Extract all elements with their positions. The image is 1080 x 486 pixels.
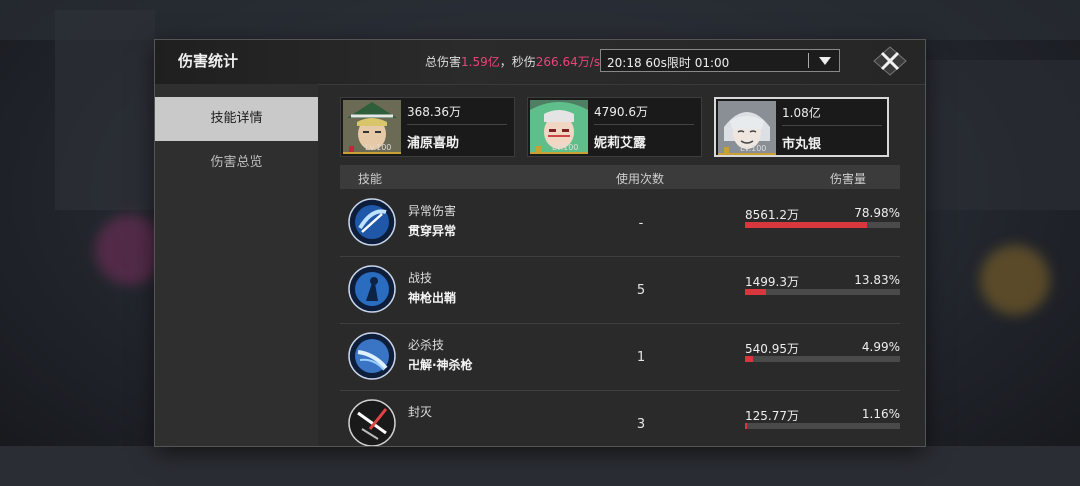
- damage-bar: [745, 222, 900, 228]
- character-card[interactable]: Lv.100 4790.6万 妮莉艾露: [527, 97, 702, 157]
- background-left-panel: [55, 10, 155, 210]
- level-label: Lv.100: [740, 144, 767, 153]
- character-card[interactable]: Lv.100 368.36万 浦原喜助: [340, 97, 515, 157]
- use-count: 5: [636, 283, 646, 298]
- divider: [594, 124, 694, 125]
- damage-bar: [745, 356, 900, 362]
- column-header-uses: 使用次数: [616, 172, 665, 186]
- level-bar: [530, 152, 588, 154]
- bankai-icon: [348, 332, 396, 380]
- chevron-down-icon[interactable]: [819, 57, 831, 65]
- damage-value: 1499.3万: [745, 275, 799, 289]
- character-portrait: Lv.100: [718, 101, 776, 155]
- use-count: -: [638, 216, 644, 231]
- table-row: 封灭 3 125.77万 1.16%: [340, 391, 900, 446]
- close-icon: [873, 46, 907, 76]
- damage-percent: 78.98%: [854, 206, 900, 220]
- background-bottom-bar: [0, 446, 1080, 486]
- spear-draw-icon: [348, 265, 396, 313]
- use-count: 3: [636, 417, 646, 432]
- damage-bar: [745, 289, 900, 295]
- sidebar: 技能详情 伤害总览: [155, 84, 318, 446]
- character-card-selected[interactable]: Lv.100 1.08亿 市丸银: [714, 97, 889, 157]
- character-damage: 4790.6万: [594, 105, 648, 119]
- character-damage: 1.08亿: [782, 106, 821, 120]
- damage-stats-dialog: 伤害统计 总伤害1.59亿，秒伤266.64万/s 20:18 60s限时 01…: [155, 40, 925, 446]
- table-row: 必杀技 卍解·神杀枪 1 540.95万 4.99%: [340, 324, 900, 391]
- damage-value: 8561.2万: [745, 208, 799, 222]
- character-name: 浦原喜助: [407, 136, 460, 151]
- column-header-damage: 伤害量: [830, 172, 867, 186]
- skill-name: 贯穿异常: [408, 224, 457, 238]
- summary-separator: ，: [499, 55, 512, 69]
- damage-bar: [745, 423, 900, 429]
- damage-percent: 1.16%: [861, 407, 900, 421]
- skill-table-header: 技能 使用次数 伤害量: [340, 165, 900, 189]
- dps-value: 266.64万/s: [535, 55, 601, 69]
- skill-type: 必杀技: [408, 338, 445, 352]
- background-right-panel: [925, 60, 1080, 210]
- skill-type: 战技: [408, 271, 433, 285]
- sidebar-item-skill-details[interactable]: 技能详情: [155, 97, 318, 141]
- damage-percent: 4.99%: [861, 340, 900, 354]
- total-damage-label: 总伤害: [425, 55, 462, 69]
- damage-bar-fill: [745, 356, 753, 362]
- character-damage: 368.36万: [407, 105, 461, 119]
- total-damage-value: 1.59亿: [461, 55, 500, 69]
- close-button[interactable]: [873, 46, 907, 76]
- level-label: Lv.100: [365, 143, 392, 152]
- dialog-header: 伤害统计 总伤害1.59亿，秒伤266.64万/s 20:18 60s限时 01…: [155, 40, 925, 85]
- skill-name: 卍解·神杀枪: [408, 358, 473, 372]
- sidebar-item-damage-overview[interactable]: 伤害总览: [155, 141, 318, 185]
- divider: [782, 125, 882, 126]
- damage-bar-fill: [745, 222, 868, 228]
- character-portrait: Lv.100: [343, 100, 401, 154]
- level-label: Lv.100: [552, 143, 579, 152]
- skill-type: 封灭: [408, 405, 433, 419]
- divider: [407, 124, 507, 125]
- dialog-title: 伤害统计: [178, 52, 239, 70]
- level-bar: [343, 152, 401, 154]
- background-glow: [980, 245, 1050, 315]
- damage-percent: 13.83%: [854, 273, 900, 287]
- damage-bar-fill: [745, 423, 747, 429]
- dps-label: 秒伤: [511, 55, 536, 69]
- level-bar: [718, 153, 776, 155]
- pierce-abnormal-icon: [348, 198, 396, 246]
- battle-filter-value: 20:18 60s限时 01:00: [607, 56, 730, 70]
- skill-type: 异常伤害: [408, 204, 457, 218]
- skill-name: 神枪出鞘: [408, 291, 457, 305]
- damage-value: 540.95万: [745, 342, 799, 356]
- table-row: 异常伤害 贯穿异常 - 8561.2万 78.98%: [340, 190, 900, 257]
- column-header-skill: 技能: [358, 172, 383, 186]
- damage-bar-fill: [745, 289, 767, 295]
- character-name: 妮莉艾露: [594, 136, 647, 151]
- use-count: 1: [636, 350, 646, 365]
- damage-summary: 总伤害1.59亿，秒伤266.64万/s: [425, 53, 600, 70]
- battle-filter-dropdown[interactable]: 20:18 60s限时 01:00: [600, 49, 840, 72]
- character-portrait: Lv.100: [530, 100, 588, 154]
- background-top-bar: [0, 0, 1080, 40]
- dropdown-divider: [808, 53, 809, 68]
- table-row: 战技 神枪出鞘 5 1499.3万 13.83%: [340, 257, 900, 324]
- damage-value: 125.77万: [745, 409, 799, 423]
- seal-icon: [348, 399, 396, 446]
- character-name: 市丸银: [782, 137, 822, 152]
